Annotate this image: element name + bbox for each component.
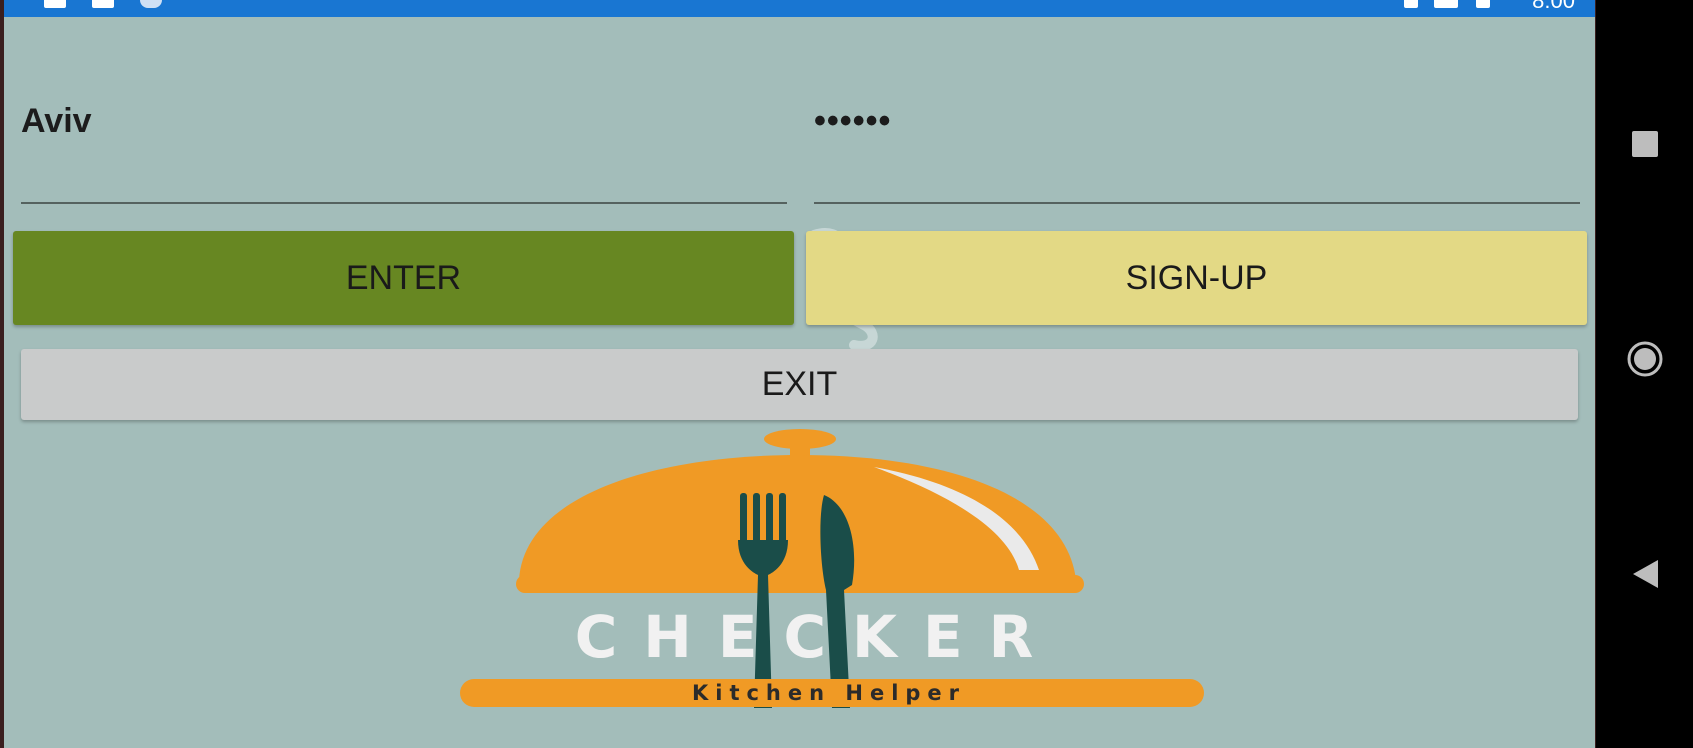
home-circle-icon <box>1627 341 1662 377</box>
wifi-icon <box>1404 0 1418 8</box>
recents-button[interactable] <box>1596 131 1693 157</box>
logo-title: CHECKER <box>575 603 1060 671</box>
home-button[interactable] <box>1596 340 1693 378</box>
signal-icon <box>1434 0 1458 8</box>
username-field[interactable]: Aviv <box>21 80 787 204</box>
status-bar: 8:00 <box>4 0 1595 17</box>
android-nav-bar <box>1596 0 1693 748</box>
recents-square-icon <box>1631 131 1658 157</box>
enter-button[interactable]: ENTER <box>13 231 794 325</box>
clock-time: 8:00 <box>1532 0 1575 13</box>
notification-icon <box>92 0 114 8</box>
back-triangle-icon <box>1632 560 1658 588</box>
app-screen: 8:00 Aviv •••••• ENTER SIGN-UP EXIT CHEC… <box>4 0 1595 748</box>
knife-icon <box>820 495 855 708</box>
cloche-stem <box>790 443 810 457</box>
notification-icon <box>140 0 162 8</box>
battery-icon <box>1476 0 1490 8</box>
exit-button[interactable]: EXIT <box>21 349 1578 420</box>
checker-logo: CHECKER Kitchen Helper <box>460 429 1204 708</box>
cloche-rim <box>516 575 1084 593</box>
password-field[interactable]: •••••• <box>814 80 1580 204</box>
notification-icon <box>44 0 66 8</box>
username-value: Aviv <box>21 102 92 140</box>
signup-button[interactable]: SIGN-UP <box>806 231 1587 325</box>
password-value: •••••• <box>814 102 892 140</box>
logo-subtitle: Kitchen Helper <box>692 681 966 705</box>
back-button[interactable] <box>1596 558 1693 590</box>
